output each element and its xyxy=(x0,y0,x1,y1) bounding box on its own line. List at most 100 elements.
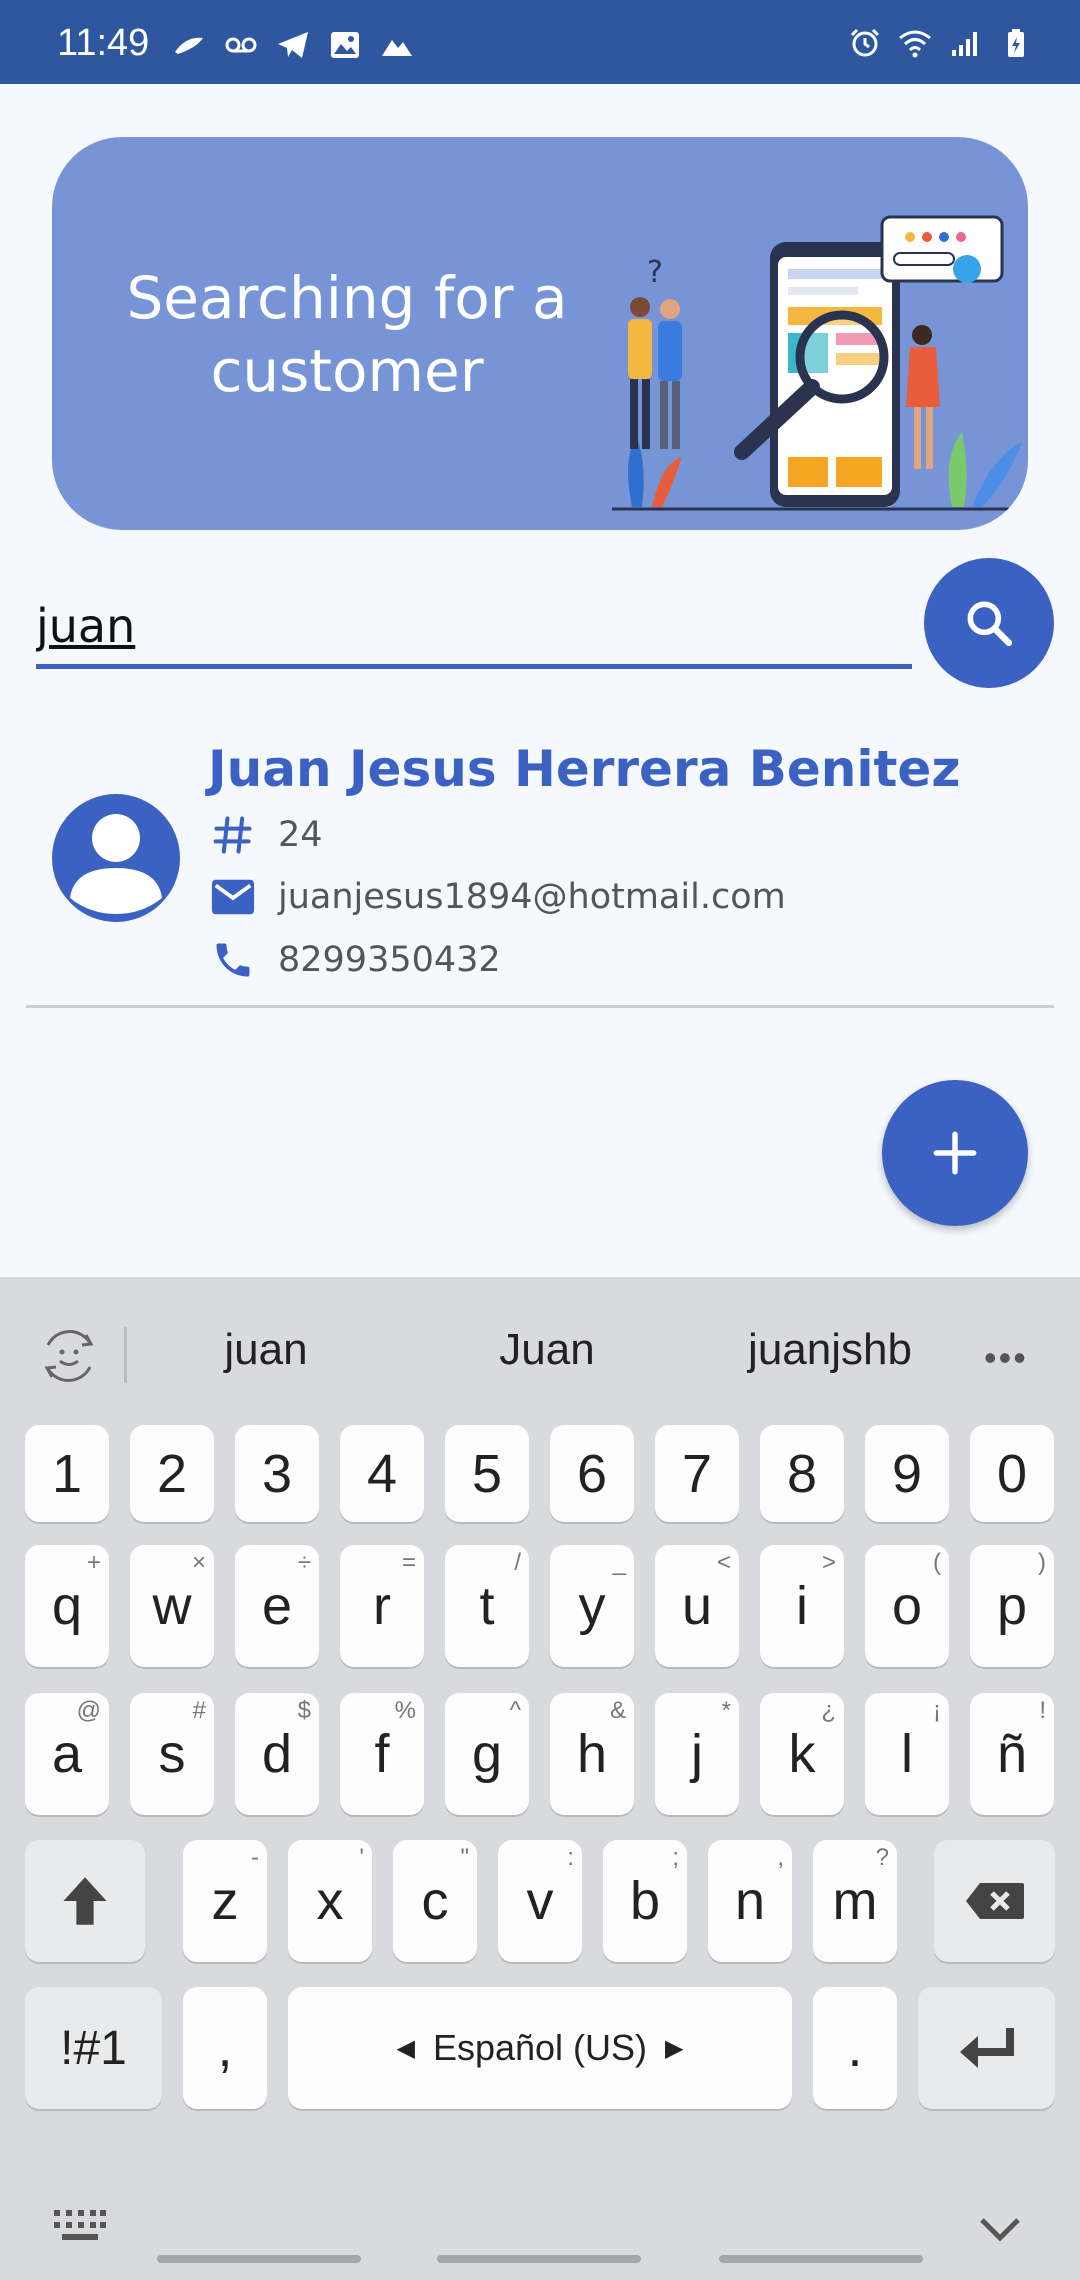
key-a-label: a xyxy=(51,1724,83,1784)
language-left-arrow-icon: ◀ xyxy=(396,2034,415,2062)
key-ñ[interactable]: ñ! xyxy=(970,1693,1054,1815)
key-p-hint: ) xyxy=(1038,1549,1046,1576)
search-field[interactable] xyxy=(36,585,912,669)
key-u-label: u xyxy=(681,1576,713,1636)
key-v-hint: : xyxy=(567,1844,574,1871)
key-f[interactable]: f% xyxy=(340,1693,424,1815)
key-d[interactable]: d $ xyxy=(235,1693,319,1815)
search-input[interactable] xyxy=(36,593,896,659)
search-illustration: ? xyxy=(612,215,1022,511)
key-c[interactable]: c " xyxy=(393,1840,477,1962)
key-v[interactable]: v: xyxy=(498,1840,582,1962)
nav-bar-back[interactable] xyxy=(719,2255,923,2263)
comma-key[interactable]: , xyxy=(183,1987,267,2109)
key-i[interactable]: i > xyxy=(760,1545,844,1667)
avatar xyxy=(52,794,180,922)
enter-icon xyxy=(959,2028,1014,2068)
key-q[interactable]: q + xyxy=(25,1545,109,1667)
key-m-label: m xyxy=(832,1871,878,1931)
key-2[interactable]: 2 xyxy=(130,1425,214,1522)
symbols-key[interactable]: !#1 xyxy=(25,1987,162,2109)
customer-list-item[interactable]: Juan Jesus Herrera Benitez 24 juanjesus1… xyxy=(26,722,1054,1008)
key-h[interactable]: h & xyxy=(550,1693,634,1815)
key-7[interactable]: 7 xyxy=(655,1425,739,1522)
nav-bar-recents[interactable] xyxy=(157,2255,361,2263)
key-n-hint: , xyxy=(777,1844,784,1871)
key-a[interactable]: a @ xyxy=(25,1693,109,1815)
key-n-label: n xyxy=(734,1871,766,1931)
key-1[interactable]: 1 xyxy=(25,1425,109,1522)
key-4-label: 4 xyxy=(366,1443,398,1504)
key-x-hint: ' xyxy=(359,1844,364,1871)
key-s-label: s xyxy=(158,1724,186,1784)
key-b[interactable]: b; xyxy=(603,1840,687,1962)
search-button[interactable] xyxy=(924,558,1054,688)
key-u[interactable]: u < xyxy=(655,1545,739,1667)
key-y[interactable]: y _ xyxy=(550,1545,634,1667)
status-time: 11:49 xyxy=(57,22,150,64)
key-3[interactable]: 3 xyxy=(235,1425,319,1522)
key-6[interactable]: 6 xyxy=(550,1425,634,1522)
key-5-label: 5 xyxy=(471,1443,503,1504)
key-p[interactable]: p) xyxy=(970,1545,1054,1667)
emoji-icon[interactable] xyxy=(38,1325,100,1387)
space-key[interactable]: ◀ Español (US) ▶ xyxy=(288,1987,792,2109)
voicemail-icon xyxy=(225,37,257,53)
key-g-hint: ^ xyxy=(509,1697,521,1724)
suggestion-1[interactable]: juan xyxy=(146,1325,386,1375)
key-m-hint: ? xyxy=(875,1844,889,1871)
nav-bar-home[interactable] xyxy=(437,2255,641,2263)
key-0-label: 0 xyxy=(996,1443,1028,1504)
person-icon xyxy=(70,814,162,914)
suggestion-3[interactable]: juanjshb xyxy=(710,1325,950,1375)
key-g[interactable]: g ^ xyxy=(445,1693,529,1815)
key-k[interactable]: k ¿ xyxy=(760,1693,844,1815)
key-3-label: 3 xyxy=(261,1443,293,1504)
suggestion-2[interactable]: Juan xyxy=(427,1325,667,1375)
key-t[interactable]: t / xyxy=(445,1545,529,1667)
key-r[interactable]: r = xyxy=(340,1545,424,1667)
hide-keyboard-icon[interactable] xyxy=(978,2216,1022,2242)
key-4[interactable]: 4 xyxy=(340,1425,424,1522)
key-x[interactable]: x ' xyxy=(288,1840,372,1962)
key-j[interactable]: j * xyxy=(655,1693,739,1815)
mountain-icon xyxy=(382,40,412,56)
key-o[interactable]: o( xyxy=(865,1545,949,1667)
key-a-hint: @ xyxy=(76,1697,101,1724)
key-e-label: e xyxy=(261,1576,293,1636)
key-9[interactable]: 9 xyxy=(865,1425,949,1522)
key-w-label: w xyxy=(152,1576,192,1636)
key-5[interactable]: 5 xyxy=(445,1425,529,1522)
more-suggestions-button[interactable]: ••• xyxy=(984,1337,1028,1379)
key-l-label: l xyxy=(901,1724,913,1784)
status-system-icons xyxy=(848,28,1032,58)
notification-icon xyxy=(175,37,203,54)
key-b-label: b xyxy=(629,1871,661,1931)
key-u-hint: < xyxy=(716,1549,731,1576)
key-m[interactable]: m? xyxy=(813,1840,897,1962)
key-e[interactable]: e ÷ xyxy=(235,1545,319,1667)
key-n[interactable]: n, xyxy=(708,1840,792,1962)
backspace-key[interactable] xyxy=(934,1840,1055,1962)
key-l[interactable]: l ¡ xyxy=(865,1693,949,1815)
key-8[interactable]: 8 xyxy=(760,1425,844,1522)
key-c-label: c xyxy=(421,1871,449,1931)
hash-icon xyxy=(210,812,256,858)
key-s[interactable]: s # xyxy=(130,1693,214,1815)
key-s-hint: # xyxy=(192,1697,206,1724)
telegram-icon xyxy=(278,32,308,58)
key-z[interactable]: z- xyxy=(183,1840,267,1962)
key-q-label: q xyxy=(51,1576,83,1636)
key-y-label: y xyxy=(578,1576,606,1636)
period-key[interactable]: . xyxy=(813,1987,897,2109)
keyboard-switch-icon[interactable] xyxy=(54,2210,106,2242)
key-w[interactable]: w × xyxy=(130,1545,214,1667)
enter-key[interactable] xyxy=(918,1987,1055,2109)
key-q-hint: + xyxy=(86,1549,101,1576)
add-customer-button[interactable] xyxy=(882,1080,1028,1226)
shift-key[interactable] xyxy=(25,1840,145,1962)
key-d-label: d xyxy=(261,1724,293,1784)
customer-name: Juan Jesus Herrera Benitez xyxy=(208,740,961,798)
key-0[interactable]: 0 xyxy=(970,1425,1054,1522)
customer-email: juanjesus1894@hotmail.com xyxy=(278,877,786,917)
